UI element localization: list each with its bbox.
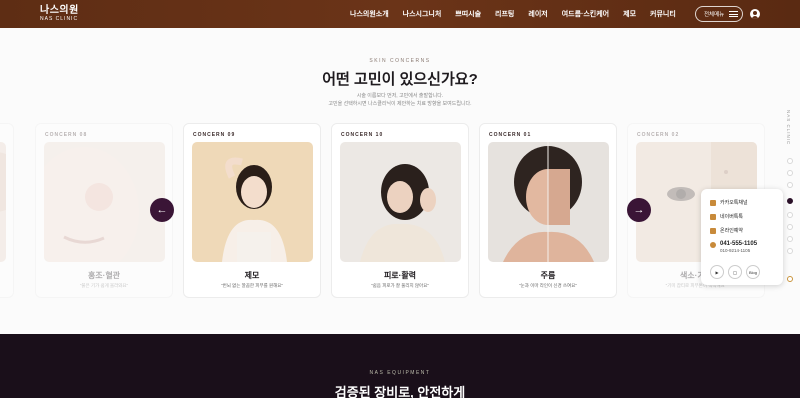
concern-card-01[interactable]: CONCERN 01 주름 "눈과 이마 라인이 신경 쓰여요" <box>479 123 617 298</box>
concern-code: CONCERN 10 <box>341 132 384 138</box>
logo-english: NAS CLINIC <box>40 16 79 22</box>
section-pager: NAS CLINIC <box>786 110 796 290</box>
description-line-1: 시술 이름보다 먼저, 고민에서 출발합니다. <box>356 93 444 99</box>
instagram-icon[interactable]: ◯ <box>728 265 742 279</box>
blog-link[interactable]: Blog <box>746 265 760 279</box>
concern-quote: "쉽음 피로가 잘 풀리지 않아요" <box>371 283 429 288</box>
online-reservation-link[interactable]: 온라인예약 <box>710 227 743 234</box>
pager-dot[interactable] <box>787 182 793 188</box>
pager-dot-active[interactable] <box>787 198 793 204</box>
nav-item-signature[interactable]: 나스시그니처 <box>403 9 442 19</box>
pager-dot[interactable] <box>787 224 793 230</box>
concern-card-10[interactable]: CONCERN 10 피로·활력 "쉽음 피로가 잘 풀리지 않아요" <box>331 123 469 298</box>
concern-photo-hair-removal <box>192 142 313 262</box>
phone-secondary: 010-9214-1105 <box>720 248 751 253</box>
concern-card-partial-left[interactable] <box>0 123 14 298</box>
main-nav: 나스의원소개 나스시그니처 쁘띠시술 리프팅 레이저 여드름·스킨케어 제모 커… <box>350 0 690 28</box>
pager-label: NAS CLINIC <box>786 110 791 146</box>
equipment-kicker: NAS EQUIPMENT <box>369 370 431 376</box>
logo-korean: 나스의원 <box>40 5 79 16</box>
section-description: 시술 이름보다 먼저, 고민에서 출발합니다. 고민을 선택하시면 나스클리닉이… <box>0 92 800 108</box>
pager-dot[interactable] <box>787 158 793 164</box>
concern-photo-redness <box>44 142 165 262</box>
pager-dot[interactable] <box>787 212 793 218</box>
online-reservation-label: 온라인예약 <box>720 228 744 234</box>
section-kicker: SKIN CONCERNS <box>369 58 431 64</box>
concern-name: 주름 <box>540 271 556 280</box>
concern-name: 홍조·혈관 <box>87 271 121 280</box>
nav-item-acne-skincare[interactable]: 여드름·스킨케어 <box>562 9 609 19</box>
arrow-left-icon: ← <box>156 204 168 216</box>
all-menu-label: 전체메뉴 <box>704 12 725 18</box>
scroll-top-icon[interactable] <box>787 276 793 282</box>
concern-quote: "번뇌 없는 깔끔한 피부를 원해요" <box>220 283 283 288</box>
social-links: ▶ ◯ Blog <box>710 265 764 279</box>
pager-dot[interactable] <box>787 236 793 242</box>
concern-quote: "붉은 기가 쉽게 올라와요" <box>79 283 129 288</box>
concern-quote: "눈과 이마 라인이 신경 쓰여요" <box>519 283 577 288</box>
all-menu-button[interactable]: 전체메뉴 <box>695 6 743 22</box>
description-line-2: 고민을 선택하시면 나스클리닉이 제안하는 치료 방향을 보여드립니다. <box>328 101 472 107</box>
concern-photo <box>0 142 6 262</box>
kakao-channel-label: 카카오톡채널 <box>720 200 748 206</box>
concern-name: 제모 <box>244 271 260 280</box>
carousel-next-button[interactable]: → <box>627 198 651 222</box>
equipment-section: NAS EQUIPMENT 검증된 장비로, 안전하게 <box>0 334 800 398</box>
pager-dot[interactable] <box>787 170 793 176</box>
pager-dot[interactable] <box>787 248 793 254</box>
nav-item-intro[interactable]: 나스의원소개 <box>350 9 389 19</box>
quick-contact-panel: 카카오톡채널 네이버톡톡 온라인예약 041-555-1105 010-9214… <box>701 189 783 285</box>
clinic-logo[interactable]: 나스의원 NAS CLINIC <box>40 5 79 23</box>
phone-icon <box>710 242 716 248</box>
concern-photo-fatigue <box>340 142 461 262</box>
carousel-prev-button[interactable]: ← <box>150 198 174 222</box>
nav-item-hair-removal[interactable]: 제모 <box>623 9 636 19</box>
section-title: 어떤 고민이 있으신가요? <box>322 71 478 88</box>
nav-item-community[interactable]: 커뮤니티 <box>650 9 676 19</box>
chat-bubble-icon <box>710 199 716 206</box>
concern-card-09[interactable]: CONCERN 09 제모 "번뇌 없는 깔끔한 피부를 원해요" <box>183 123 321 298</box>
talk-icon <box>710 213 716 220</box>
equipment-title: 검증된 장비로, 안전하게 <box>334 385 466 398</box>
calendar-icon <box>710 227 716 234</box>
naver-talk-link[interactable]: 네이버톡톡 <box>710 213 743 220</box>
concern-photo-wrinkles <box>488 142 609 262</box>
concern-code: CONCERN 08 <box>45 132 88 138</box>
nav-item-laser[interactable]: 레이저 <box>528 9 547 19</box>
user-circle-icon[interactable] <box>750 9 760 19</box>
hamburger-icon <box>729 10 739 19</box>
arrow-right-icon: → <box>633 204 645 216</box>
concern-code: CONCERN 09 <box>193 132 236 138</box>
top-header: 나스의원 NAS CLINIC 나스의원소개 나스시그니처 쁘띠시술 리프팅 레… <box>0 0 800 28</box>
skin-concerns-section: SKIN CONCERNS 어떤 고민이 있으신가요? 시술 이름보다 먼저, … <box>0 28 800 334</box>
phone-primary: 041-555-1105 <box>720 241 758 247</box>
kakao-channel-link[interactable]: 카카오톡채널 <box>710 199 748 206</box>
nav-item-lifting[interactable]: 리프팅 <box>495 9 514 19</box>
concern-name: 피로·활력 <box>383 271 417 280</box>
youtube-icon[interactable]: ▶ <box>710 265 724 279</box>
naver-talk-label: 네이버톡톡 <box>720 214 744 220</box>
nav-item-petit[interactable]: 쁘띠시술 <box>455 9 481 19</box>
concern-code: CONCERN 01 <box>489 132 532 138</box>
concern-code: CONCERN 02 <box>637 132 680 138</box>
phone-numbers[interactable]: 041-555-1105 010-9214-1105 <box>710 241 757 253</box>
